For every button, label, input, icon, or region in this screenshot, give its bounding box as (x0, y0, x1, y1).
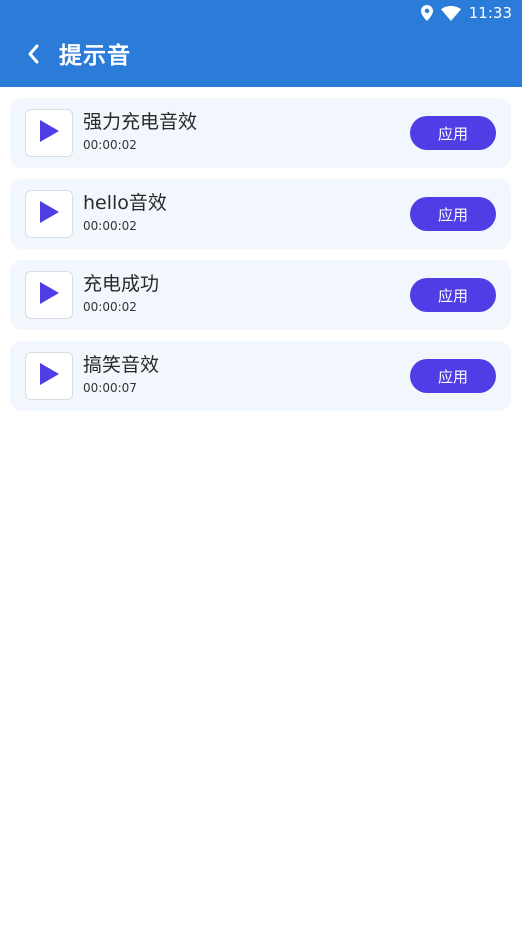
chevron-left-icon (26, 43, 40, 69)
sound-duration: 00:00:02 (83, 219, 137, 233)
page-title: 提示音 (59, 43, 131, 69)
sound-list: 强力充电音效 00:00:02 应用 hello音效 00:00:02 应用 充… (10, 98, 511, 422)
list-item: hello音效 00:00:02 应用 (10, 179, 511, 249)
sound-name: hello音效 (83, 192, 167, 214)
apply-button[interactable]: 应用 (410, 116, 496, 150)
play-button[interactable] (25, 190, 73, 238)
play-icon (38, 119, 60, 147)
play-icon (38, 200, 60, 228)
apply-button[interactable]: 应用 (410, 197, 496, 231)
sound-name: 搞笑音效 (83, 354, 160, 376)
back-button[interactable] (20, 40, 46, 72)
play-button[interactable] (25, 109, 73, 157)
sound-duration: 00:00:07 (83, 381, 137, 395)
play-icon (38, 281, 60, 309)
wifi-icon (440, 5, 461, 21)
list-item: 充电成功 00:00:02 应用 (10, 260, 511, 330)
status-bar: 11:33 (420, 3, 512, 23)
sound-duration: 00:00:02 (83, 138, 137, 152)
apply-button[interactable]: 应用 (410, 359, 496, 393)
sound-duration: 00:00:02 (83, 300, 137, 314)
apply-button[interactable]: 应用 (410, 278, 496, 312)
app-header: 11:33 提示音 (0, 0, 522, 87)
status-time: 11:33 (468, 4, 512, 22)
list-item: 强力充电音效 00:00:02 应用 (10, 98, 511, 168)
play-button[interactable] (25, 352, 73, 400)
location-icon (420, 5, 433, 21)
play-button[interactable] (25, 271, 73, 319)
play-icon (38, 362, 60, 390)
sound-name: 充电成功 (83, 273, 160, 295)
sound-name: 强力充电音效 (83, 111, 198, 133)
list-item: 搞笑音效 00:00:07 应用 (10, 341, 511, 411)
